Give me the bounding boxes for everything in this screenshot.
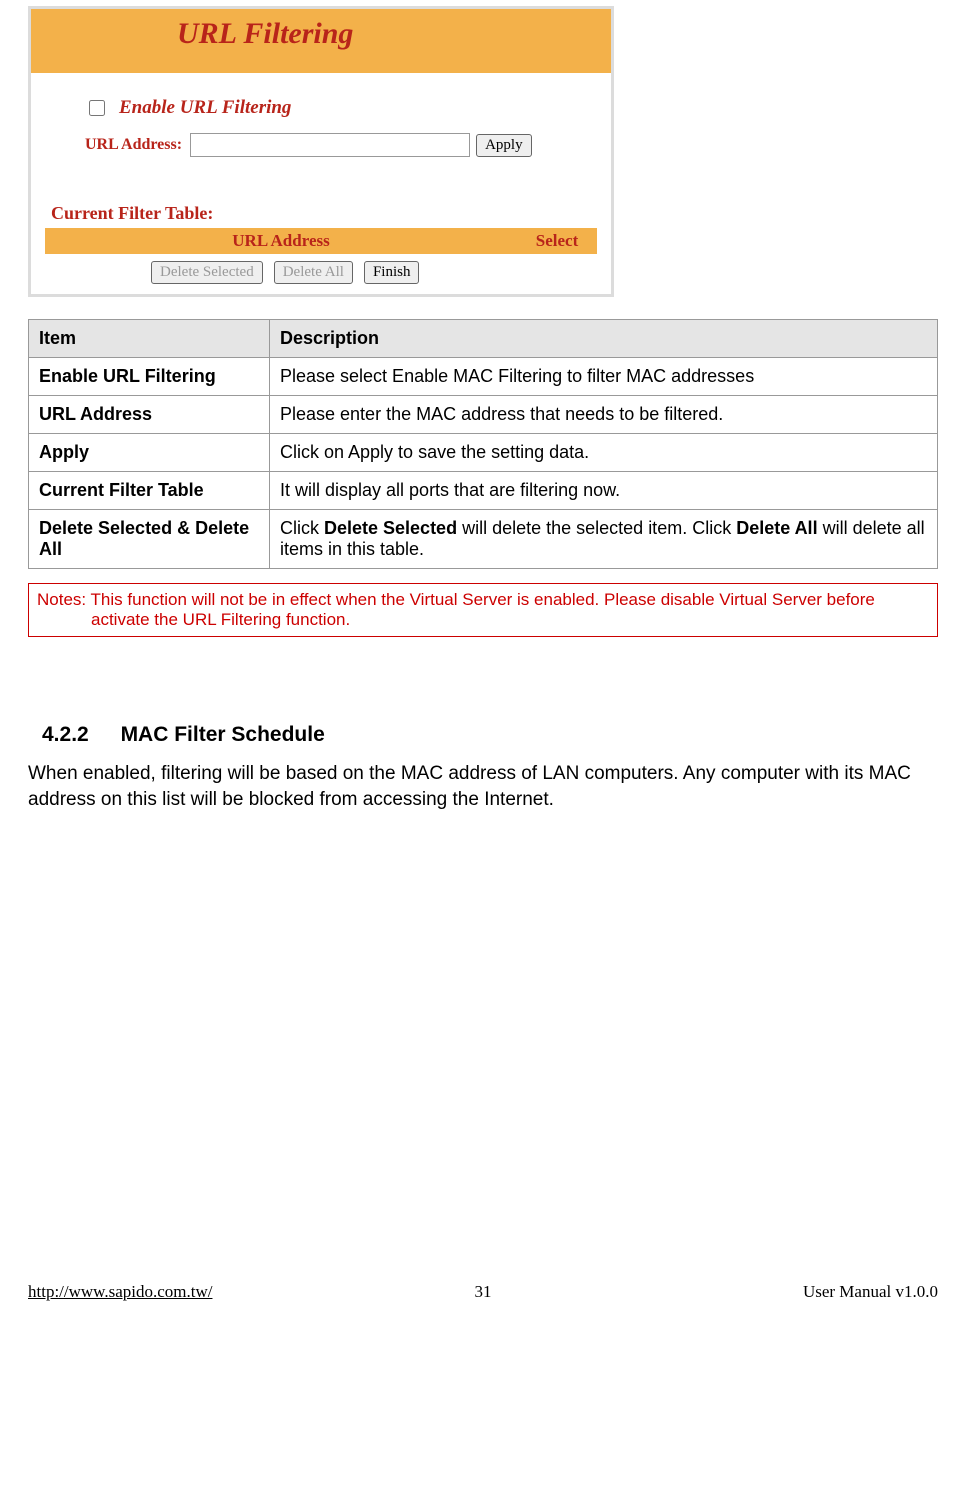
desc-cell: Click Delete Selected will delete the se… [270,510,938,569]
current-filter-table-label: Current Filter Table: [51,203,597,224]
delete-selected-button[interactable]: Delete Selected [151,261,263,284]
table-row: Delete Selected & Delete All Click Delet… [29,510,938,569]
desc-cell: Please select Enable MAC Filtering to fi… [270,358,938,396]
item-cell: Apply [29,434,270,472]
item-cell: Enable URL Filtering [29,358,270,396]
enable-url-filtering-label: Enable URL Filtering [119,97,291,119]
footer-version: User Manual v1.0.0 [635,1282,938,1302]
item-cell: Delete Selected & Delete All [29,510,270,569]
section-body: When enabled, filtering will be based on… [28,761,938,812]
enable-url-filtering-checkbox[interactable] [89,100,105,116]
desc-text: will delete the selected item. Click [457,518,736,538]
apply-button[interactable]: Apply [476,134,532,157]
table-row: Apply Click on Apply to save the setting… [29,434,938,472]
item-cell: URL Address [29,396,270,434]
finish-button[interactable]: Finish [364,261,420,284]
table-row: Enable URL Filtering Please select Enabl… [29,358,938,396]
notes-box: Notes: This function will not be in effe… [28,583,938,637]
desc-cell: Please enter the MAC address that needs … [270,396,938,434]
delete-all-button[interactable]: Delete All [274,261,353,284]
desc-bold: Delete All [736,518,817,538]
desc-cell: It will display all ports that are filte… [270,472,938,510]
table-row: Current Filter Table It will display all… [29,472,938,510]
header-description: Description [270,320,938,358]
section-number: 4.2.2 [42,723,89,746]
header-item: Item [29,320,270,358]
footer-page-number: 31 [331,1282,634,1302]
footer-url: http://www.sapido.com.tw/ [28,1282,331,1302]
section-title: MAC Filter Schedule [121,723,325,746]
desc-cell: Click on Apply to save the setting data. [270,434,938,472]
col-select: Select [517,231,597,251]
router-ui-panel: URL Filtering Enable URL Filtering URL A… [28,6,614,297]
col-url-address: URL Address [45,231,517,251]
desc-bold: Delete Selected [324,518,457,538]
notes-line1: Notes: This function will not be in effe… [37,590,875,609]
filter-table-header: URL Address Select [45,228,597,254]
notes-line2: activate the URL Filtering function. [37,610,927,630]
desc-text: Click [280,518,324,538]
item-cell: Current Filter Table [29,472,270,510]
section-heading: 4.2.2 MAC Filter Schedule [42,723,938,747]
page-title: URL Filtering [177,17,353,50]
description-table: Item Description Enable URL Filtering Pl… [28,319,938,569]
table-row: URL Address Please enter the MAC address… [29,396,938,434]
page-footer: http://www.sapido.com.tw/ 31 User Manual… [0,1272,966,1326]
url-address-label: URL Address: [85,136,182,154]
url-address-input[interactable] [190,133,470,157]
ui-header-bar: URL Filtering [31,9,611,73]
